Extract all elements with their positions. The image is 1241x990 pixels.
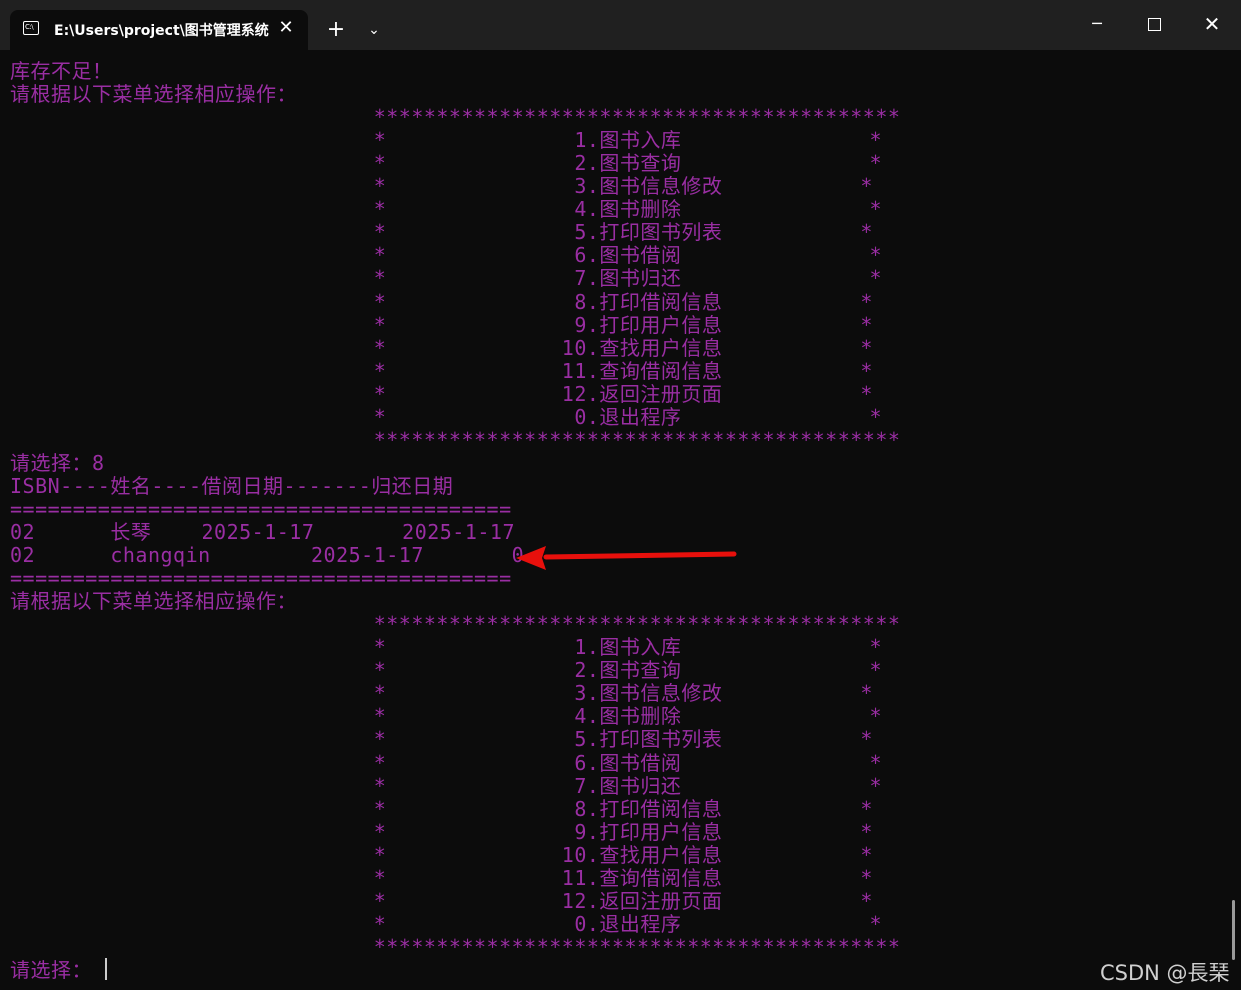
console-line: * 3.图书信息修改 * bbox=[10, 681, 873, 706]
console-line: * 5.打印图书列表 * bbox=[10, 220, 873, 245]
console-line: * 1.图书入库 * bbox=[10, 128, 883, 153]
console-line: * 7.图书归还 * bbox=[10, 773, 883, 798]
console-line: * 11.查询借阅信息 * bbox=[10, 865, 873, 890]
scrollbar[interactable] bbox=[1232, 900, 1235, 960]
new-tab-button[interactable]: + bbox=[322, 16, 350, 44]
console-line: * 4.图书删除 * bbox=[10, 704, 883, 729]
tab-close-icon[interactable]: ✕ bbox=[276, 18, 296, 38]
console-line: * 0.退出程序 * bbox=[10, 404, 883, 429]
console-line: * 2.图书查询 * bbox=[10, 151, 883, 176]
console-line: * 7.图书归还 * bbox=[10, 266, 883, 291]
console-line: ****************************************… bbox=[10, 427, 901, 452]
console-line: * 11.查询借阅信息 * bbox=[10, 358, 873, 383]
title-bar: E:\Users\project\图书管理系统 ✕ + ⌄ ─ ✕ bbox=[0, 0, 1241, 50]
console-line: 请根据以下菜单选择相应操作： bbox=[10, 82, 297, 107]
console-line: 请选择： bbox=[10, 957, 92, 982]
console-line: * 0.退出程序 * bbox=[10, 911, 883, 936]
console-line: 请选择：8 bbox=[10, 450, 105, 475]
console-line: ======================================== bbox=[10, 566, 512, 591]
close-window-button[interactable]: ✕ bbox=[1192, 8, 1232, 40]
tab-title: E:\Users\project\图书管理系统 bbox=[54, 23, 269, 39]
console-line: * 8.打印借阅信息 * bbox=[10, 796, 873, 821]
console-line: ****************************************… bbox=[10, 105, 901, 130]
console-line: ****************************************… bbox=[10, 934, 901, 959]
console-line: * 4.图书删除 * bbox=[10, 197, 883, 222]
console-line: * 6.图书借阅 * bbox=[10, 750, 883, 775]
console-line: ======================================== bbox=[10, 496, 512, 521]
console-line: 库存不足！ bbox=[10, 59, 113, 83]
console-line: 02 changqin 2025-1-17 0 bbox=[10, 543, 525, 568]
console-line: * 12.返回注册页面 * bbox=[10, 381, 873, 406]
console-line: * 6.图书借阅 * bbox=[10, 243, 883, 268]
console-line: * 5.打印图书列表 * bbox=[10, 727, 873, 752]
console-line: ISBN----姓名----借阅日期-------归还日期 bbox=[10, 473, 454, 498]
console-line: * 10.查找用户信息 * bbox=[10, 842, 873, 867]
text-cursor bbox=[105, 958, 107, 980]
maximize-icon bbox=[1147, 18, 1161, 31]
terminal-icon bbox=[23, 21, 39, 35]
console-line: 请根据以下菜单选择相应操作： bbox=[10, 589, 297, 614]
console-line: * 9.打印用户信息 * bbox=[10, 312, 873, 337]
console-line: 02 长琴 2025-1-17 2025-1-17 bbox=[10, 520, 516, 544]
console-line: * 12.返回注册页面 * bbox=[10, 888, 873, 913]
console-line: * 3.图书信息修改 * bbox=[10, 174, 873, 199]
console-line: ****************************************… bbox=[10, 612, 901, 637]
terminal-tab[interactable]: E:\Users\project\图书管理系统 ✕ bbox=[10, 10, 308, 50]
console-line: * 2.图书查询 * bbox=[10, 658, 883, 683]
annotation-arrow bbox=[516, 546, 737, 570]
watermark: CSDN @長琹 bbox=[1100, 961, 1230, 985]
minimize-button[interactable]: ─ bbox=[1077, 8, 1117, 40]
console-line: * 10.查找用户信息 * bbox=[10, 335, 873, 360]
maximize-button[interactable] bbox=[1134, 8, 1174, 40]
console-line: * 1.图书入库 * bbox=[10, 635, 883, 660]
console-output[interactable]: 库存不足！ 请根据以下菜单选择相应操作： ********************… bbox=[0, 50, 1241, 990]
chevron-down-icon[interactable]: ⌄ bbox=[362, 18, 386, 42]
console-line: * 9.打印用户信息 * bbox=[10, 819, 873, 844]
console-line: * 8.打印借阅信息 * bbox=[10, 289, 873, 314]
